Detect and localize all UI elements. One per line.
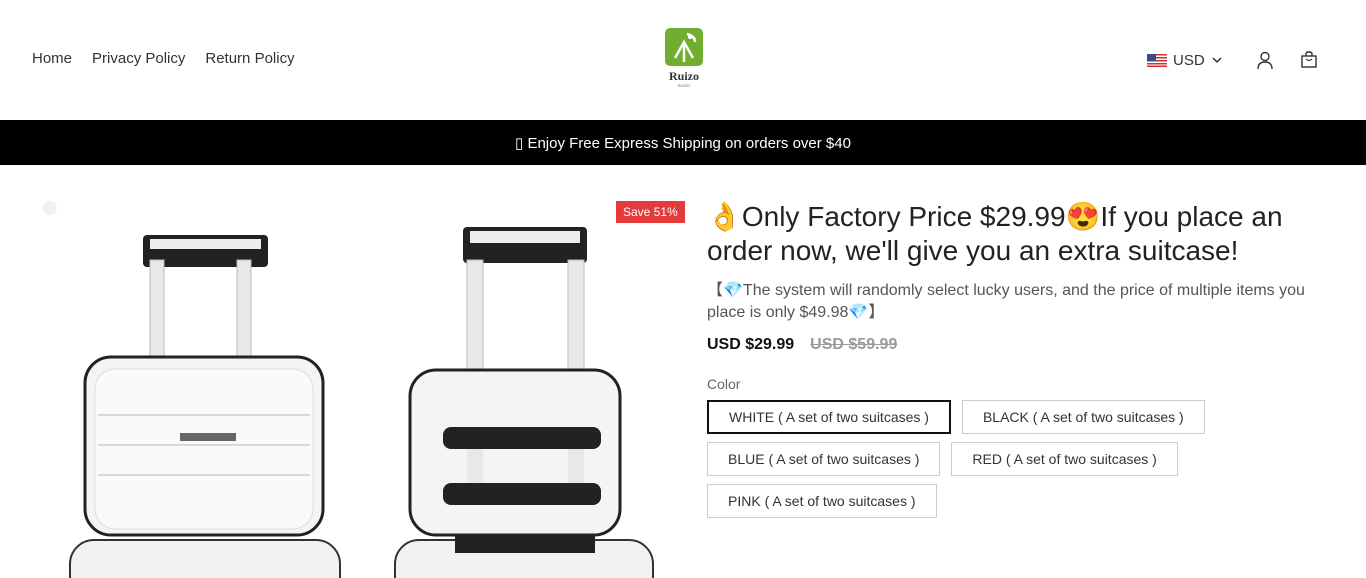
logo[interactable]: Ruizo RUIZO <box>664 28 704 90</box>
account-icon[interactable] <box>1253 48 1277 72</box>
color-options: WHITE ( A set of two suitcases ) BLACK (… <box>707 400 1267 518</box>
nav-home-link[interactable]: Home <box>32 50 72 67</box>
product-info: 👌Only Factory Price $29.99😍If you place … <box>707 200 1327 518</box>
nav-return-policy-link[interactable]: Return Policy <box>205 50 294 67</box>
currency-label: USD <box>1173 51 1205 69</box>
announcement-bar: ▯ Enjoy Free Express Shipping on orders … <box>0 120 1366 165</box>
site-header: Home Privacy Policy Return Policy Ruizo … <box>0 0 1366 120</box>
logo-mark-icon <box>665 28 703 66</box>
us-flag-icon <box>1147 53 1167 67</box>
color-option-pink[interactable]: PINK ( A set of two suitcases ) <box>707 484 937 518</box>
save-badge: Save 51% <box>616 201 685 223</box>
color-option-blue[interactable]: BLUE ( A set of two suitcases ) <box>707 442 941 476</box>
logo-subtext: RUIZO <box>677 83 691 88</box>
header-actions: USD <box>1147 48 1321 72</box>
product-image-suitcases[interactable] <box>0 165 690 578</box>
product-promo-text: 【💎The system will randomly select lucky … <box>707 282 1305 321</box>
color-option-white[interactable]: WHITE ( A set of two suitcases ) <box>707 400 951 434</box>
currency-selector[interactable]: USD <box>1147 52 1223 69</box>
sale-price: USD $29.99 <box>707 336 795 353</box>
cart-icon[interactable] <box>1297 48 1321 72</box>
nav-privacy-policy-link[interactable]: Privacy Policy <box>92 50 185 67</box>
price-row: USD $29.99 USD $59.99 <box>707 336 1327 354</box>
color-label: Color <box>707 376 741 392</box>
compare-price: USD $59.99 <box>810 336 898 353</box>
product-gallery: Save 51% <box>0 165 690 578</box>
announcement-text: ▯ Enjoy Free Express Shipping on orders … <box>515 134 851 152</box>
main-nav: Home Privacy Policy Return Policy <box>32 50 295 67</box>
chevron-down-icon <box>1212 57 1222 64</box>
color-option-black[interactable]: BLACK ( A set of two suitcases ) <box>961 400 1205 434</box>
logo-text: Ruizo <box>669 69 699 83</box>
product-title: 👌Only Factory Price $29.99😍If you place … <box>707 201 1283 266</box>
color-option-red[interactable]: RED ( A set of two suitcases ) <box>951 442 1178 476</box>
